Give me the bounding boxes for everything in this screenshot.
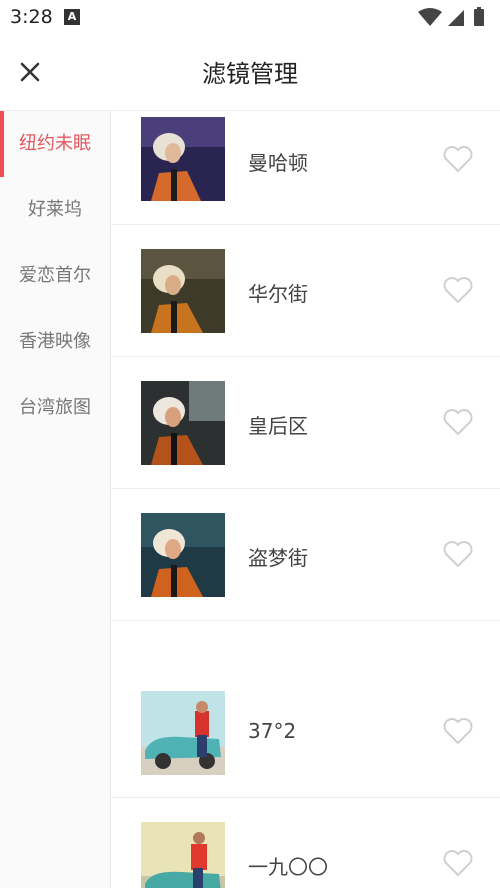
sidebar-item-label: 香港映像 (19, 331, 91, 352)
filter-label: 皇后区 (248, 414, 308, 438)
heart-icon[interactable] (443, 849, 473, 877)
filter-thumbnail (141, 381, 225, 465)
top-bar: 滤镜管理 (0, 34, 500, 111)
sidebar-item-label: 纽约未眠 (19, 133, 91, 154)
filter-label: 37°2 (248, 719, 297, 743)
list-item[interactable]: 华尔街 (111, 224, 500, 357)
filter-label: 盗梦街 (248, 546, 308, 570)
sidebar-item-taiwan[interactable]: 台湾旅图 (0, 375, 110, 441)
app-notification-icon: A (64, 9, 80, 25)
sidebar-item-label: 爱恋首尔 (19, 265, 91, 286)
list-item[interactable]: 皇后区 (111, 356, 500, 489)
sidebar-item-seoul[interactable]: 爱恋首尔 (0, 243, 110, 309)
filter-label: 曼哈顿 (248, 151, 308, 175)
filter-thumbnail (141, 822, 225, 888)
list-item[interactable]: 一九〇〇 (111, 797, 500, 888)
list-item[interactable]: 盗梦街 (111, 488, 500, 621)
battery-icon (474, 9, 484, 26)
wifi-icon (418, 8, 442, 26)
filter-label: 一九〇〇 (248, 855, 328, 879)
filter-thumbnail (141, 513, 225, 597)
heart-icon[interactable] (443, 276, 473, 304)
filter-thumbnail (141, 249, 225, 333)
filter-thumbnail (141, 117, 225, 201)
heart-icon[interactable] (443, 408, 473, 436)
signal-icon (448, 10, 464, 26)
sidebar-item-label: 台湾旅图 (19, 397, 91, 418)
sidebar-item-label: 好莱坞 (28, 199, 82, 220)
filter-list: 曼哈顿 华尔街 皇后区 盗梦街 37°2 一九〇〇 (111, 111, 500, 888)
sidebar-item-hollywood[interactable]: 好莱坞 (0, 177, 110, 243)
page-title: 滤镜管理 (202, 60, 298, 88)
status-icons (418, 7, 484, 26)
status-time: 3:28 (10, 6, 53, 28)
heart-icon[interactable] (443, 717, 473, 745)
heart-icon[interactable] (443, 540, 473, 568)
filter-label: 华尔街 (248, 282, 308, 306)
list-item[interactable]: 曼哈顿 (111, 111, 500, 225)
filter-thumbnail (141, 691, 225, 775)
list-item[interactable]: 37°2 (111, 620, 500, 798)
status-bar: 3:28 A (0, 0, 500, 34)
sidebar-item-hongkong[interactable]: 香港映像 (0, 309, 110, 375)
heart-icon[interactable] (443, 145, 473, 173)
category-sidebar: 纽约未眠 好莱坞 爱恋首尔 香港映像 台湾旅图 (0, 111, 111, 888)
sidebar-item-newyork[interactable]: 纽约未眠 (0, 111, 110, 177)
